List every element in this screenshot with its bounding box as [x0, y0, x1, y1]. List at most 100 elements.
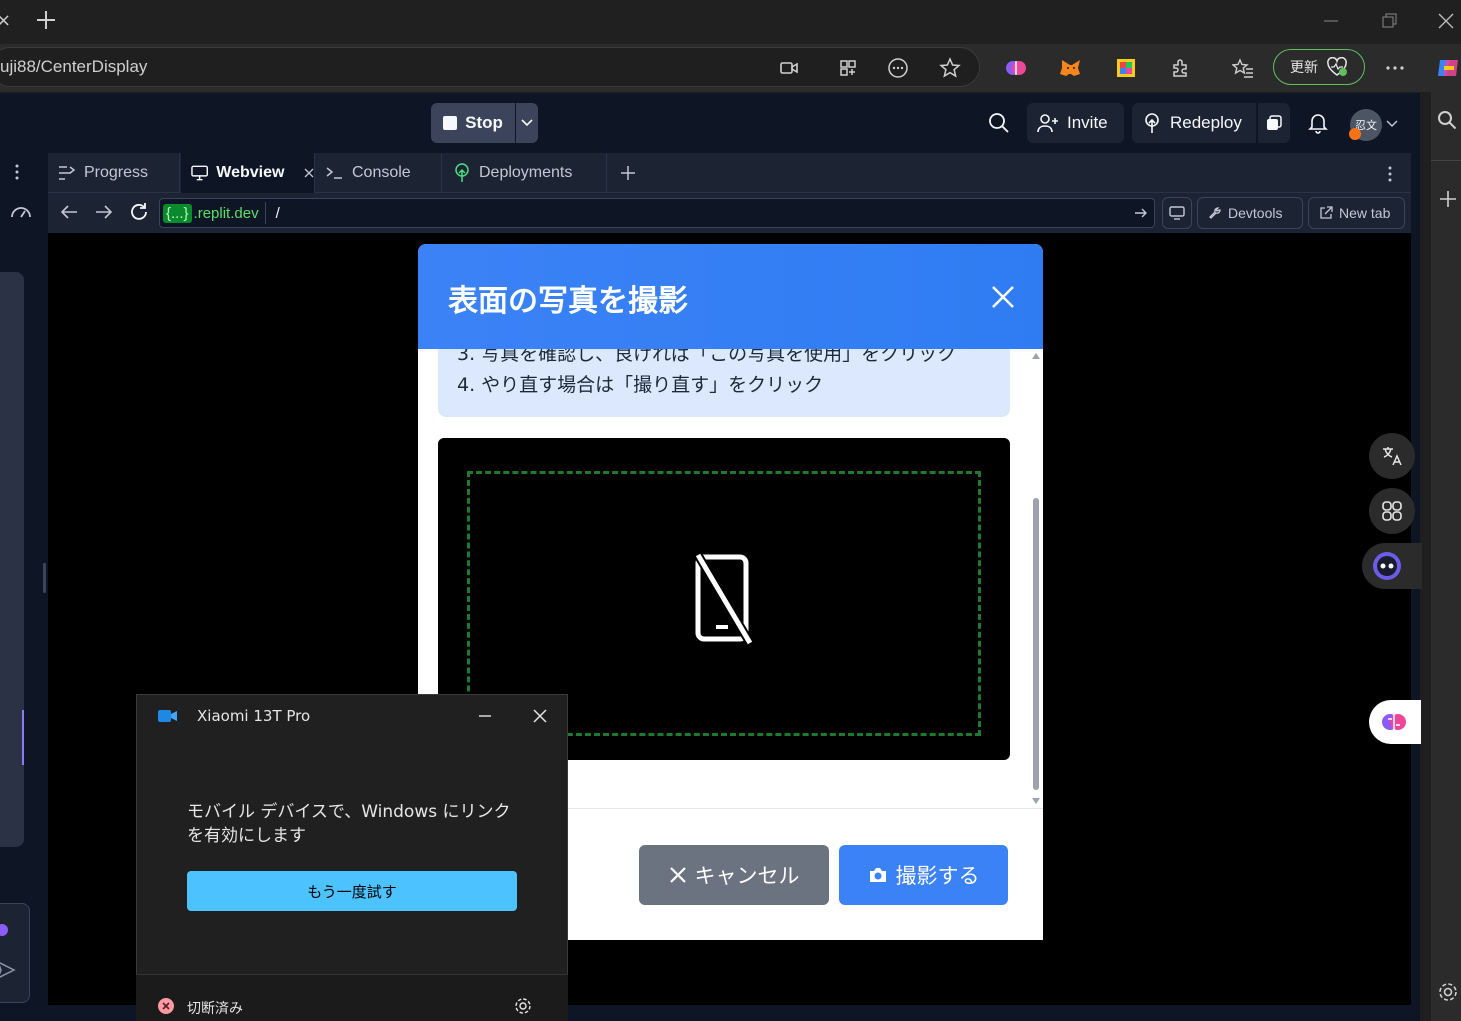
agent-message-card [0, 272, 24, 847]
sidebar-search-icon[interactable] [1437, 110, 1457, 130]
more-tools-icon[interactable] [880, 50, 916, 86]
redeploy-label: Redeploy [1170, 113, 1242, 132]
apps-widget[interactable] [1369, 488, 1415, 534]
metamask-fox-icon[interactable] [1053, 50, 1089, 86]
tab-deployments-label: Deployments [479, 164, 573, 181]
copilot-icon[interactable] [1430, 50, 1461, 86]
webview-url-input[interactable] [159, 198, 1155, 228]
modal-title: 表面の写真を撮影 [448, 284, 688, 319]
popup-message: モバイル デバイスで、Windows にリンク を有効にします [187, 802, 511, 846]
translate-icon [1383, 447, 1402, 466]
invite-button[interactable]: Invite [1027, 103, 1124, 143]
pane-menu-icon[interactable] [1387, 165, 1393, 183]
terminal-icon [326, 167, 342, 179]
browser-tabstrip: × [0, 0, 1461, 44]
send-icon[interactable] [0, 960, 16, 980]
avatar-badge [1349, 128, 1361, 140]
address-url[interactable]: uji88/CenterDisplay [0, 57, 147, 77]
new-tab-icon[interactable] [34, 8, 58, 32]
progress-icon [59, 166, 76, 180]
close-window-icon[interactable] [1437, 12, 1455, 30]
extensions-puzzle-icon[interactable] [1163, 50, 1199, 86]
brain-icon [1382, 714, 1406, 730]
tab-deployments[interactable]: Deployments [443, 153, 607, 193]
reload-icon[interactable] [129, 202, 149, 222]
panel-menu-icon[interactable] [14, 163, 20, 181]
card-highlight [22, 710, 24, 765]
tab-webview[interactable]: Webview [181, 153, 315, 193]
redeploy-options-button[interactable] [1258, 103, 1290, 143]
x-icon [669, 867, 686, 883]
brain-extension-icon[interactable] [998, 50, 1034, 86]
phone-link-popup [136, 694, 568, 1021]
search-icon[interactable] [988, 112, 1010, 134]
wrench-icon [1209, 207, 1221, 219]
chevron-down-icon [521, 119, 533, 127]
tab-progress[interactable]: Progress [48, 153, 180, 193]
devtools-button[interactable]: Devtools [1197, 197, 1303, 229]
translate-widget[interactable] [1369, 433, 1415, 479]
notifications-bell-icon[interactable] [1308, 112, 1328, 134]
minimize-window-icon[interactable] [1322, 12, 1340, 30]
stack-icon [1267, 115, 1282, 130]
new-tab-button[interactable]: New tab [1308, 197, 1405, 229]
popup-minimize-icon[interactable] [477, 708, 493, 724]
sidebar-add-icon[interactable] [1439, 190, 1457, 208]
restore-window-icon[interactable] [1380, 12, 1398, 30]
cancel-button[interactable]: キャンセル [639, 845, 829, 905]
modal-scrollbar[interactable] [1030, 350, 1042, 808]
favorites-list-icon[interactable] [1225, 50, 1261, 86]
phone-link-app-icon [157, 708, 179, 724]
browser-update-button[interactable]: 更新 [1273, 49, 1365, 85]
retry-label: もう一度試す [307, 882, 397, 901]
no-camera-icon [694, 552, 754, 646]
external-link-icon [1320, 206, 1333, 219]
tab-progress-label: Progress [84, 164, 149, 181]
camera-permission-icon[interactable] [771, 50, 807, 86]
tab-console-label: Console [352, 164, 411, 181]
device-toggle-button[interactable] [1162, 197, 1192, 229]
modal-close-icon[interactable] [991, 285, 1015, 309]
popup-close-icon[interactable] [532, 708, 548, 724]
brain-widget[interactable] [1369, 700, 1421, 744]
stop-options-button[interactable] [516, 103, 538, 143]
disconnected-icon [157, 997, 175, 1015]
assistant-widget[interactable] [1362, 543, 1422, 589]
speed-gauge-icon[interactable] [10, 203, 32, 219]
agent-input[interactable] [0, 903, 30, 1003]
edge-sidebar [1431, 92, 1461, 1021]
assistant-face-icon [1373, 552, 1401, 580]
webview-path[interactable]: / [276, 205, 280, 222]
cancel-label: キャンセル [694, 864, 800, 888]
instruction-step-4: 4. やり直す場合は「撮り直す」をクリック [457, 374, 824, 396]
forward-arrow-icon[interactable] [95, 204, 113, 220]
sidebar-settings-icon[interactable] [1437, 981, 1459, 1003]
settings-more-icon[interactable] [1377, 50, 1413, 86]
close-tab-icon[interactable] [304, 168, 314, 178]
deploy-tree-icon [455, 163, 469, 182]
favorite-star-icon[interactable] [932, 50, 968, 86]
colorful-extension-icon[interactable] [1108, 50, 1144, 86]
capture-label: 撮影する [895, 864, 980, 888]
popup-settings-icon[interactable] [514, 997, 532, 1015]
app-available-icon[interactable] [830, 50, 866, 86]
back-arrow-icon[interactable] [60, 204, 78, 220]
redeploy-button[interactable]: Redeploy [1132, 103, 1256, 143]
stop-label: Stop [465, 113, 503, 132]
tab-console[interactable]: Console [316, 153, 442, 193]
popup-title: Xiaomi 13T Pro [197, 707, 311, 725]
close-tab-icon[interactable]: × [0, 10, 11, 34]
retry-button[interactable]: もう一度試す [187, 871, 517, 911]
go-arrow-icon[interactable] [1134, 206, 1148, 220]
capture-button[interactable]: 撮影する [839, 845, 1008, 905]
webview-host: {...} .replit.dev / [163, 201, 280, 225]
instructions-box: 3. 写真を確認し、良ければ「この写真を使用」をクリック 4. やり直す場合は「… [438, 349, 1010, 417]
instruction-step-3: 3. 写真を確認し、良ければ「この写真を使用」をクリック [457, 349, 957, 365]
stop-button[interactable]: Stop [431, 103, 515, 143]
connection-status: 切断済み [187, 1001, 243, 1017]
account-chevron-icon[interactable] [1386, 120, 1398, 128]
panel-resize-handle[interactable] [43, 563, 46, 593]
add-tab-icon[interactable] [620, 165, 636, 181]
deploy-tree-icon [1145, 113, 1159, 133]
stop-square-icon [443, 116, 458, 130]
